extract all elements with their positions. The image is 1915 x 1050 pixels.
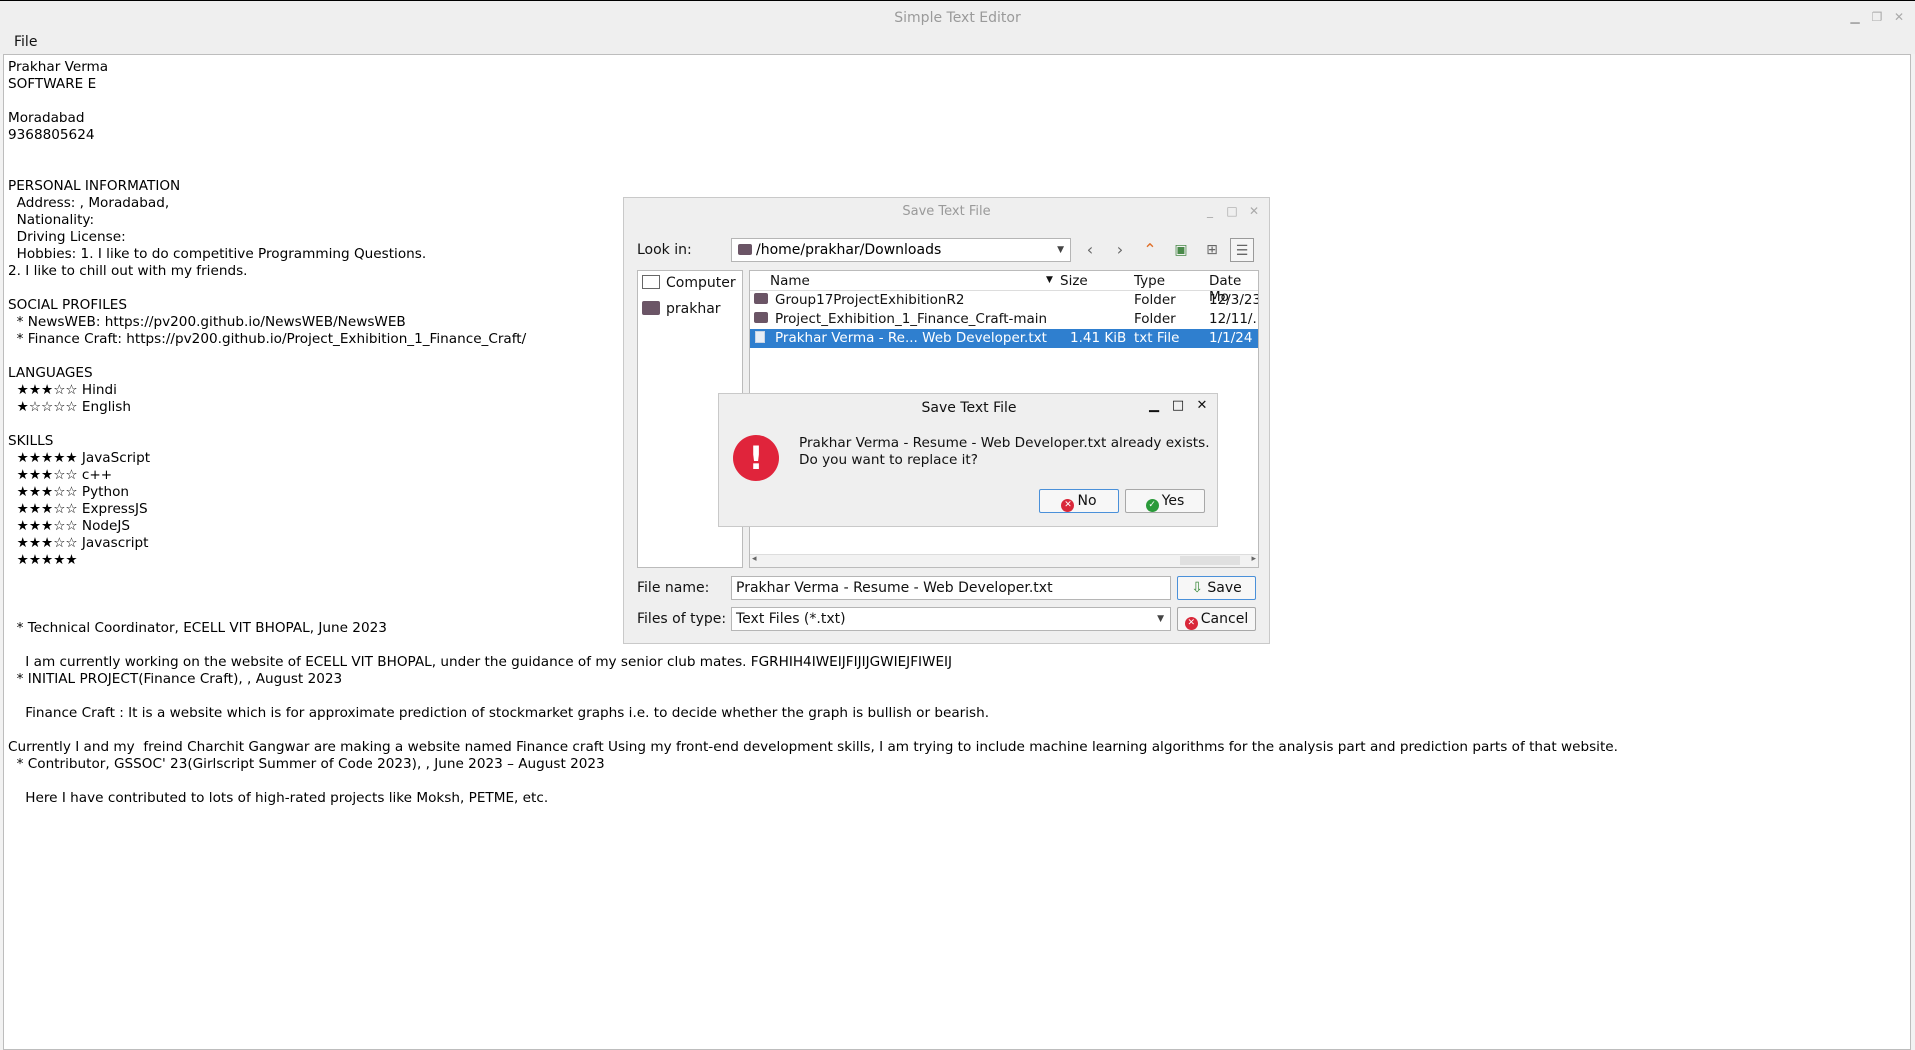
warning-icon: ! [733,435,779,481]
cancel-button[interactable]: ✕ Cancel [1177,607,1256,631]
place-computer-label: Computer [666,275,736,291]
file-name-label: File name: [637,580,710,596]
file-date: 1/1/24 [1209,330,1253,346]
menu-bar: File [0,33,1915,54]
file-type: Folder [1134,292,1176,308]
window-titlebar: Simple Text Editor ▁ ❐ ✕ [0,0,1915,33]
file-type-value: Text Files (*.txt) [736,611,846,627]
yes-icon: ✓ [1145,499,1159,512]
no-button[interactable]: ✕ No [1039,489,1119,513]
file-size: 1.41 KiB [1070,330,1127,346]
look-in-path: /home/prakhar/Downloads [756,242,942,258]
file-name-input[interactable]: Prakhar Verma - Resume - Web Developer.t… [731,576,1171,600]
horizontal-scrollbar[interactable]: ◂ ▸ [750,554,1258,567]
home-folder-icon [642,301,660,315]
column-name[interactable]: Name [770,273,810,289]
file-row[interactable]: Project_Exhibition_1_Finance_Craft-main … [750,310,1258,329]
replace-confirm-dialog: Save Text File ▁ □ ✕ ! Prakhar Verma - R… [718,393,1218,527]
maximize-icon[interactable]: ❐ [1869,9,1885,25]
confirm-title: Save Text File [921,400,1017,416]
column-size[interactable]: Size [1060,273,1088,289]
dialog-close-icon[interactable]: ✕ [1247,204,1261,218]
no-button-label: No [1077,493,1097,509]
cancel-icon: ✕ [1184,617,1198,630]
file-type: Folder [1134,311,1176,327]
file-date: 12/11/. [1209,311,1257,327]
confirm-close-icon[interactable]: ✕ [1195,398,1209,413]
file-type: txt File [1134,330,1180,346]
parent-directory-icon[interactable]: ⌃ [1138,238,1162,262]
scroll-left-icon[interactable]: ◂ [752,554,757,564]
no-icon: ✕ [1061,499,1075,512]
dialog-maximize-icon[interactable]: □ [1225,204,1239,218]
sort-icon: ▼ [1046,275,1053,285]
menu-file[interactable]: File [14,34,37,50]
chevron-down-icon: ▼ [1057,245,1064,255]
save-button-label: Save [1207,580,1242,596]
detail-view-icon[interactable]: ☰ [1230,238,1254,262]
file-type-combobox[interactable]: Text Files (*.txt) ▼ [731,607,1171,631]
window-title: Simple Text Editor [894,10,1021,26]
confirm-line-2: Do you want to replace it? [799,452,978,468]
cancel-button-label: Cancel [1200,611,1249,627]
yes-button-label: Yes [1161,493,1185,509]
look-in-combobox[interactable]: /home/prakhar/Downloads ▼ [731,238,1071,262]
chevron-down-icon: ▼ [1157,614,1164,624]
place-computer[interactable]: Computer [642,275,736,291]
file-date: 12/3/23 [1209,292,1259,308]
place-home-label: prakhar [666,301,721,317]
file-name: Group17ProjectExhibitionR2 [775,292,965,308]
yes-button[interactable]: ✓ Yes [1125,489,1205,513]
file-list-header: Name ▼ Size Type Date Mo [750,271,1258,305]
list-view-icon[interactable]: ⊞ [1200,238,1224,262]
save-button[interactable]: ⇩ Save [1177,576,1256,600]
file-row-selected[interactable]: Prakhar Verma - Re... Web Developer.txt … [750,329,1258,348]
folder-icon [738,244,752,255]
forward-icon[interactable]: › [1108,238,1132,262]
confirm-message: Prakhar Verma - Resume - Web Developer.t… [799,435,1210,469]
save-dialog-title: Save Text File [902,204,991,219]
column-type[interactable]: Type [1134,273,1165,289]
new-folder-icon[interactable]: ▣ [1169,238,1193,262]
file-name: Project_Exhibition_1_Finance_Craft-main [775,311,1048,327]
scroll-right-icon[interactable]: ▸ [1251,554,1256,564]
file-type-label: Files of type: [637,611,727,627]
file-row[interactable]: Group17ProjectExhibitionR2 Folder 12/3/2… [750,291,1258,310]
look-in-label: Look in: [637,242,692,258]
scrollbar-thumb[interactable] [1180,556,1240,565]
file-name: Prakhar Verma - Re... Web Developer.txt [775,330,1047,346]
minimize-icon[interactable]: ▁ [1847,9,1863,25]
place-home[interactable]: prakhar [642,301,721,317]
save-icon: ⇩ [1191,580,1203,596]
back-icon[interactable]: ‹ [1078,238,1102,262]
computer-icon [642,275,660,289]
confirm-maximize-icon[interactable]: □ [1171,398,1185,413]
close-icon[interactable]: ✕ [1891,9,1907,25]
confirm-line-1: Prakhar Verma - Resume - Web Developer.t… [799,435,1210,451]
confirm-minimize-icon[interactable]: ▁ [1147,398,1161,413]
dialog-minimize-icon[interactable]: _ [1203,204,1217,218]
